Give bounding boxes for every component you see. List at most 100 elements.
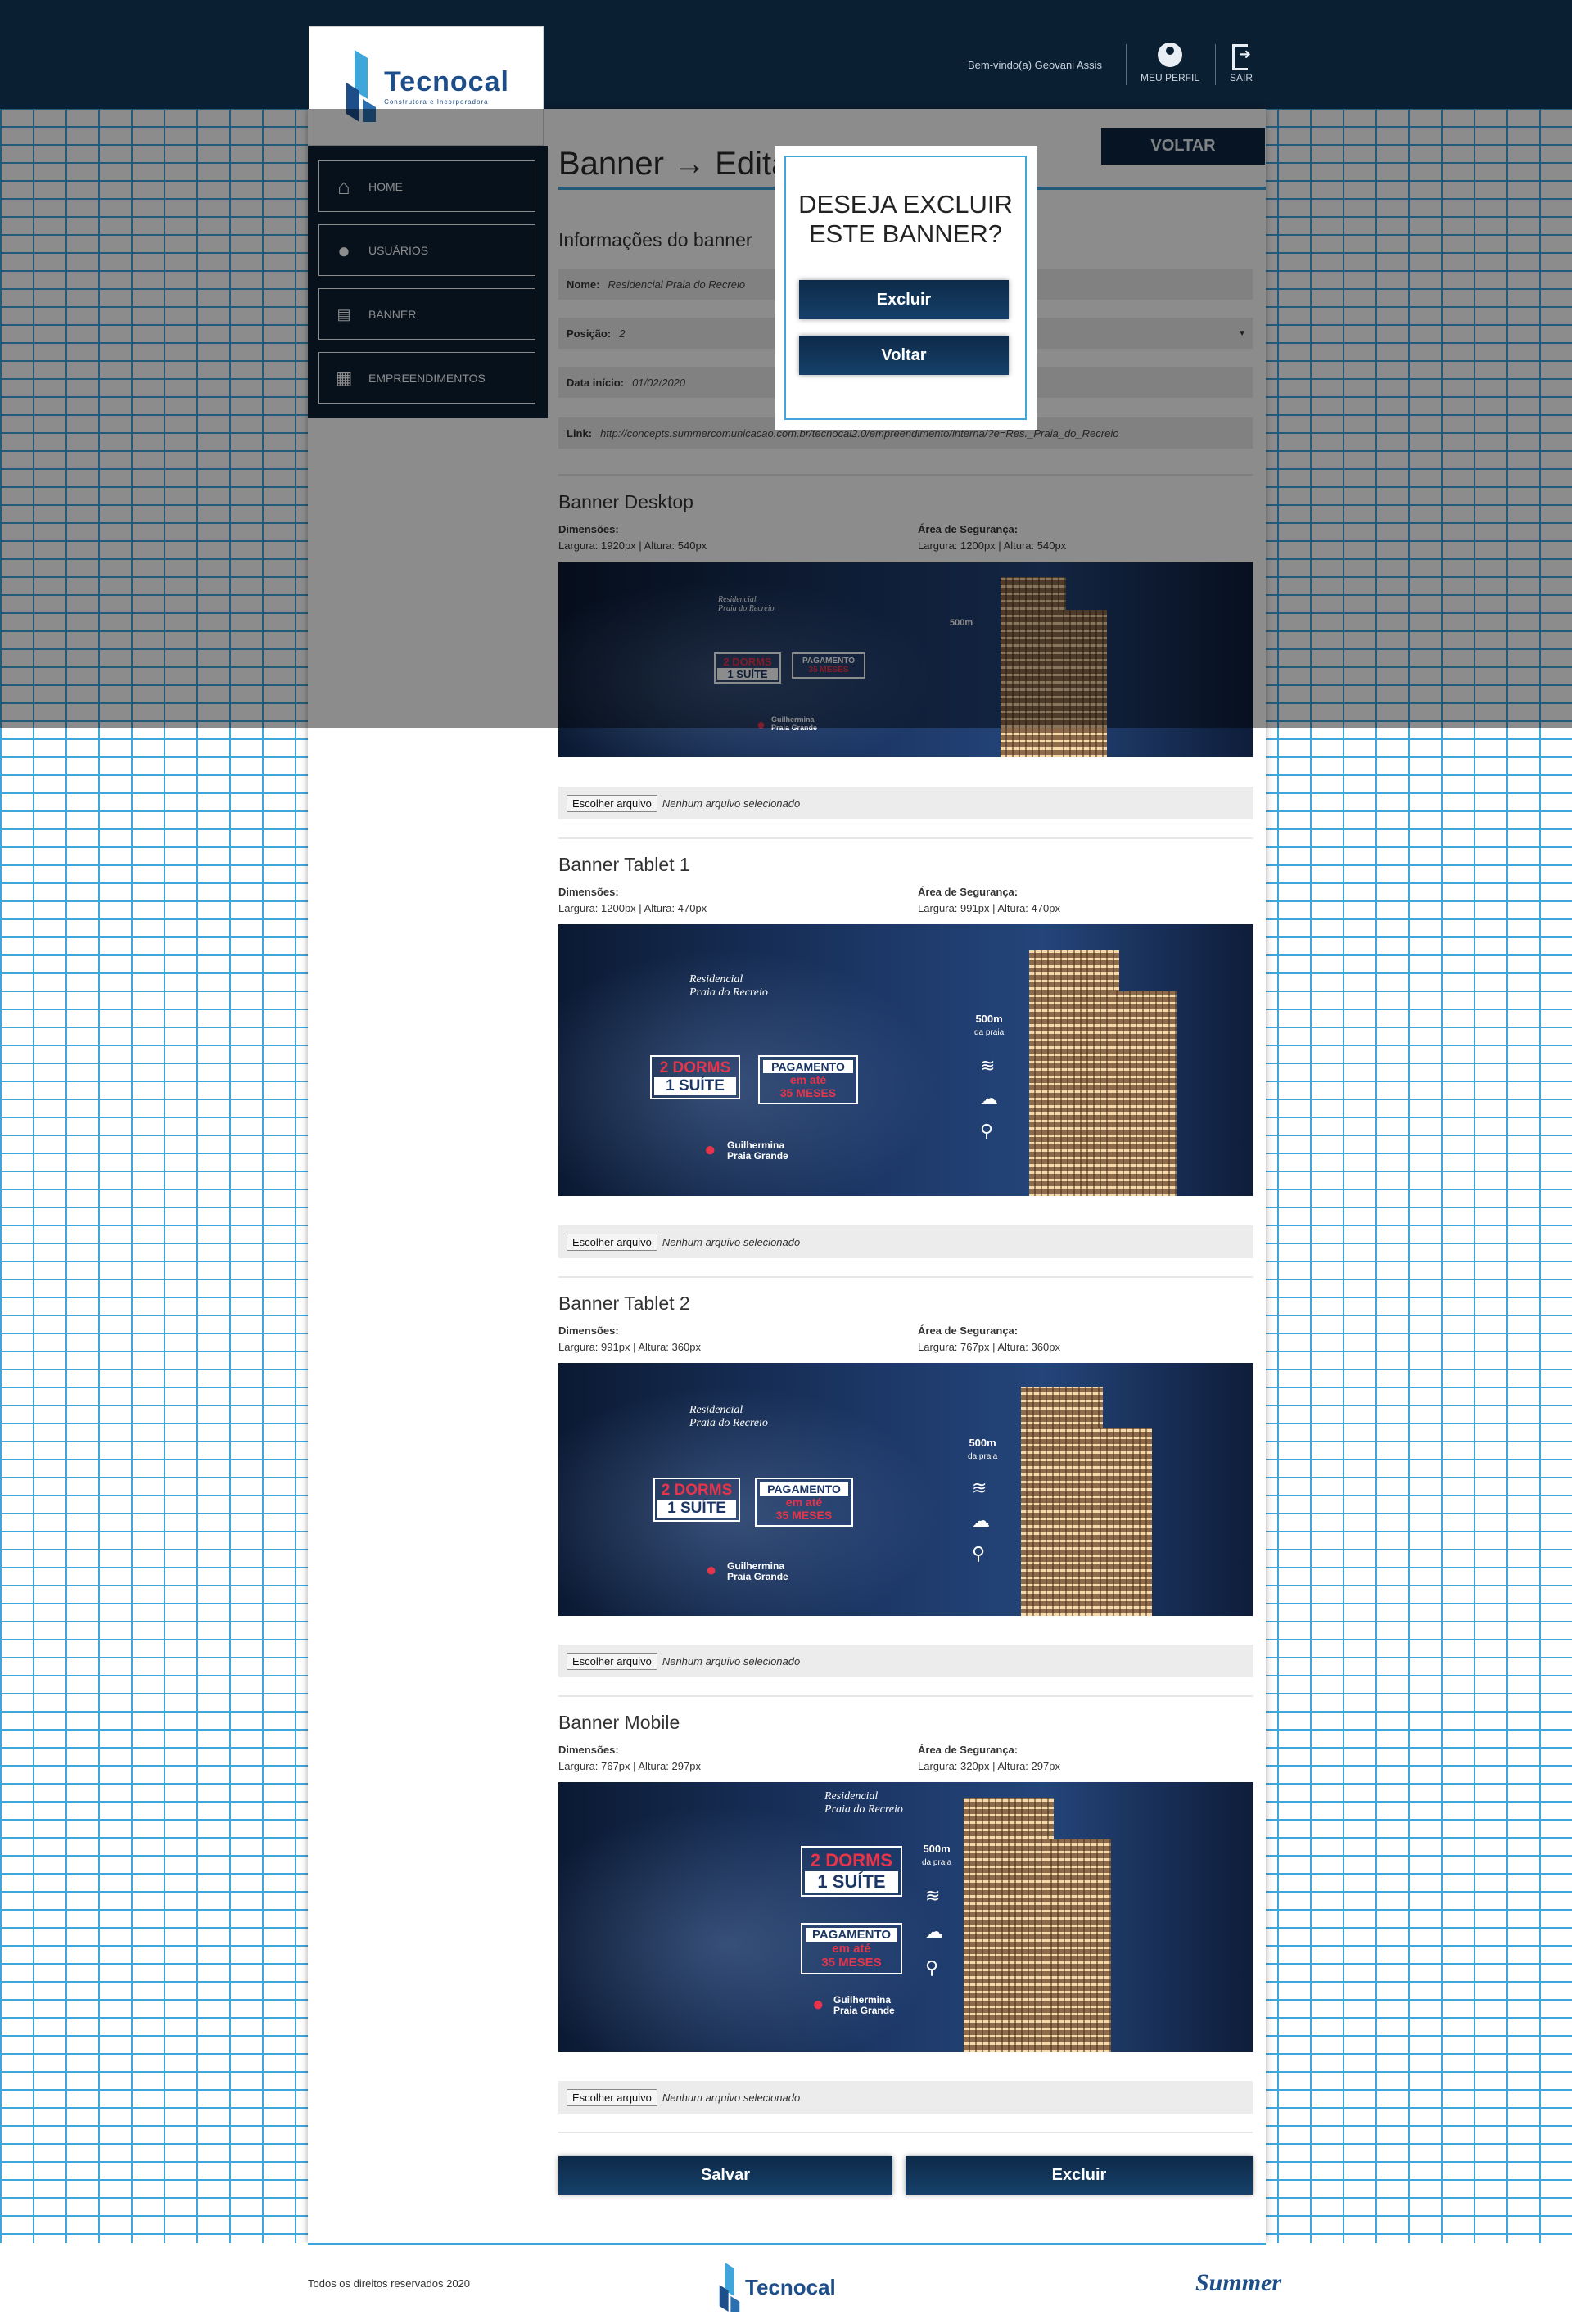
file-input-mobile[interactable]: Escolher arquivo Nenhum arquivo selecion…: [558, 2081, 1253, 2114]
copyright-text: Todos os direitos reservados 2020: [308, 2277, 471, 2290]
modal-backdrop-top: [0, 0, 1572, 109]
banner-dimensions: Dimensões: Largura: 767px | Altura: 297p…: [558, 1742, 701, 1775]
location-pin-icon: ●: [706, 1559, 717, 1580]
banner-distance: 500m da praia: [922, 1843, 951, 1867]
dimensions-value: Largura: 1200px | Altura: 470px: [558, 902, 707, 914]
tower-image: [1095, 1428, 1152, 1616]
payment-terms-2: 35 MESES: [821, 1956, 882, 1970]
safe-area: Área de Segurança: Largura: 991px | Altu…: [918, 884, 1060, 917]
banner-distance-sub: da praia: [922, 1858, 952, 1867]
playground-icon: ☁: [972, 1510, 990, 1531]
payment-badge: PAGAMENTO em até 35 MESES: [755, 1478, 853, 1527]
payment-badge: PAGAMENTO em até 35 MESES: [758, 1055, 858, 1104]
delete-button[interactable]: Excluir: [906, 2156, 1253, 2195]
footer-brand-logo[interactable]: Tecnocal: [717, 2261, 836, 2313]
banner-background: [558, 1782, 975, 2052]
suite-text: 1 SUÍTE: [805, 1871, 898, 1893]
payment-text: PAGAMENTO: [806, 1928, 897, 1942]
dorms-text: 2 DORMS: [810, 1850, 893, 1870]
choose-file-button[interactable]: Escolher arquivo: [567, 2088, 657, 2106]
banner-location: Guilhermina Praia Grande: [833, 1994, 895, 2017]
dimensions-label: Dimensões:: [558, 1744, 619, 1756]
banner-distance-value: 500m: [923, 1843, 951, 1855]
location-pin-icon: ●: [812, 1993, 824, 2015]
banner-project-logo: Residencial Praia do Recreio: [689, 973, 768, 1000]
gym-icon: ⚲: [972, 1543, 986, 1564]
dimensions-label: Dimensões:: [558, 1324, 619, 1337]
dimensions-value: Largura: 991px | Altura: 360px: [558, 1341, 701, 1353]
cancel-button[interactable]: Voltar: [799, 336, 1009, 375]
safe-area-value: Largura: 767px | Altura: 360px: [918, 1341, 1060, 1353]
choose-file-button[interactable]: Escolher arquivo: [567, 1652, 657, 1670]
section-divider: [558, 1695, 1253, 1697]
dialog-title-line2: ESTE BANNER?: [808, 219, 1002, 248]
dorms-badge: 2 DORMS 1 SUÍTE: [653, 1478, 740, 1522]
safe-area-label: Área de Segurança:: [918, 886, 1019, 898]
payment-text: PAGAMENTO: [760, 1482, 848, 1496]
dialog-frame: DESEJA EXCLUIR ESTE BANNER? Excluir Volt…: [784, 156, 1027, 420]
banner-project-logo: Residencial Praia do Recreio: [824, 1790, 903, 1816]
delete-confirm-dialog: DESEJA EXCLUIR ESTE BANNER? Excluir Volt…: [775, 146, 1037, 430]
payment-terms-2: 35 MESES: [775, 1509, 833, 1522]
confirm-delete-button[interactable]: Excluir: [799, 280, 1009, 319]
payment-terms-1: em até: [785, 1496, 823, 1509]
banner-section-title: Banner Tablet 1: [558, 854, 690, 875]
banner-residencial: Residencial: [689, 1404, 743, 1416]
safe-area-value: Largura: 320px | Altura: 297px: [918, 1760, 1060, 1772]
file-status: Nenhum arquivo selecionado: [662, 1654, 801, 1667]
banner-residencial: Residencial: [824, 1790, 879, 1803]
footer-brand-name: Tecnocal: [745, 2274, 836, 2299]
banner-tablet-1-image: Residencial Praia do Recreio 2 DORMS 1 SU…: [558, 924, 1253, 1196]
tower-image: [1021, 1387, 1103, 1616]
pool-icon: ≋: [925, 1885, 941, 1906]
section-divider: [558, 2132, 1253, 2133]
banner-distance: 500m da praia: [968, 1437, 997, 1461]
banner-distance-value: 500m: [969, 1437, 996, 1449]
choose-file-button[interactable]: Escolher arquivo: [567, 1233, 657, 1251]
dimensions-label: Dimensões:: [558, 886, 619, 898]
suite-text: 1 SUÍTE: [654, 1077, 736, 1095]
banner-location: Guilhermina Praia Grande: [727, 1139, 788, 1162]
banner-project-name: Praia do Recreio: [689, 986, 768, 999]
suite-text: 1 SUÍTE: [657, 1500, 736, 1518]
file-status: Nenhum arquivo selecionado: [662, 2091, 801, 2104]
banner-location-1: Guilhermina: [727, 1139, 785, 1151]
payment-badge: PAGAMENTO em até 35 MESES: [801, 1923, 902, 1974]
file-input-tablet-1[interactable]: Escolher arquivo Nenhum arquivo selecion…: [558, 1225, 1253, 1258]
banner-dimensions: Dimensões: Largura: 1200px | Altura: 470…: [558, 884, 707, 917]
payment-text: PAGAMENTO: [763, 1060, 853, 1073]
footer-divider: [308, 2243, 1266, 2245]
safe-area: Área de Segurança: Largura: 767px | Altu…: [918, 1323, 1060, 1356]
location-pin-icon: ●: [704, 1139, 716, 1161]
file-input-tablet-2[interactable]: Escolher arquivo Nenhum arquivo selecion…: [558, 1645, 1253, 1677]
safe-area-label: Área de Segurança:: [918, 1744, 1019, 1756]
playground-icon: ☁: [980, 1088, 998, 1108]
dorms-badge: 2 DORMS 1 SUÍTE: [650, 1055, 740, 1099]
payment-terms-2: 35 MESES: [779, 1086, 837, 1099]
banner-location-1: Guilhermina: [727, 1560, 785, 1572]
banner-section-title: Banner Mobile: [558, 1712, 680, 1733]
banner-location-2: Praia Grande: [833, 2005, 895, 2017]
banner-section-title: Banner Tablet 2: [558, 1293, 690, 1314]
payment-terms-1: em até: [832, 1942, 871, 1956]
dorms-badge: 2 DORMS 1 SUÍTE: [801, 1846, 902, 1897]
choose-file-button[interactable]: Escolher arquivo: [567, 794, 657, 812]
footer: Todos os direitos reservados 2020 Tecnoc…: [0, 2243, 1572, 2324]
safe-area: Área de Segurança: Largura: 320px | Altu…: [918, 1742, 1060, 1775]
dorms-text: 2 DORMS: [659, 1059, 731, 1076]
file-input-desktop[interactable]: Escolher arquivo Nenhum arquivo selecion…: [558, 787, 1253, 819]
logo-mark-icon: [719, 2263, 740, 2312]
agency-logo[interactable]: Summer: [1195, 2269, 1281, 2297]
safe-area-value: Largura: 991px | Altura: 470px: [918, 902, 1060, 914]
save-button[interactable]: Salvar: [558, 2156, 892, 2195]
gym-icon: ⚲: [980, 1121, 994, 1141]
banner-distance: 500m da praia: [974, 1013, 1004, 1037]
banner-mobile-image: Residencial Praia do Recreio 2 DORMS 1 SU…: [558, 1782, 1253, 2052]
dialog-title-line1: DESEJA EXCLUIR: [798, 190, 1013, 219]
banner-dimensions: Dimensões: Largura: 991px | Altura: 360p…: [558, 1323, 701, 1356]
banner-project-name: Praia do Recreio: [689, 1417, 768, 1429]
dialog-title: DESEJA EXCLUIR ESTE BANNER?: [786, 190, 1025, 249]
tower-image: [964, 1798, 1054, 2052]
pool-icon: ≋: [972, 1478, 987, 1498]
banner-tablet-2-image: Residencial Praia do Recreio 2 DORMS 1 SU…: [558, 1363, 1253, 1616]
